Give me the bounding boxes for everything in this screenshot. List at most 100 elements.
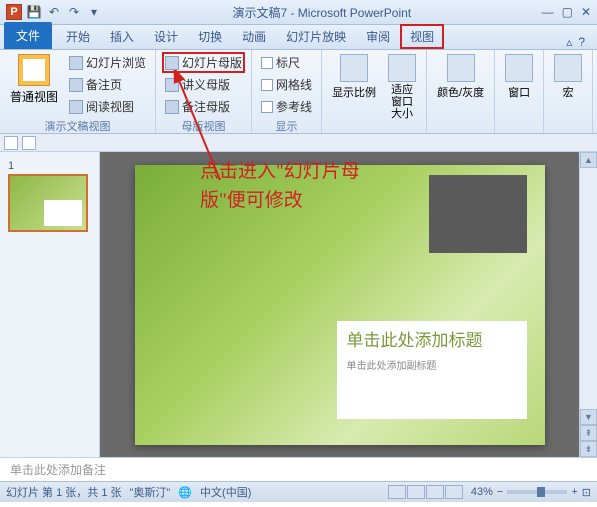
checkbox-icon	[261, 101, 273, 113]
tab-transitions[interactable]: 切换	[188, 24, 232, 49]
group-master-label: 母版视图	[162, 117, 245, 135]
zoom-button[interactable]: 显示比例	[328, 52, 380, 102]
tab-view[interactable]: 视图	[400, 24, 444, 49]
title-placeholder-box[interactable]: 单击此处添加标题 单击此处添加副标题	[337, 321, 527, 419]
normal-view-label: 普通视图	[10, 88, 58, 105]
zoom-icon	[340, 54, 368, 82]
qat-dropdown-icon[interactable]: ▾	[86, 4, 102, 20]
group-macro-label	[550, 131, 586, 133]
sorter-icon	[69, 56, 83, 70]
save-icon[interactable]: 💾	[26, 4, 42, 20]
window-button[interactable]: 窗口	[501, 52, 537, 102]
checkbox-icon	[261, 79, 273, 91]
slide-editor[interactable]: 单击此处添加标题 单击此处添加副标题	[100, 152, 579, 457]
notes-page-icon	[69, 78, 83, 92]
next-slide-icon[interactable]: ⇟	[580, 441, 597, 457]
tab-slideshow[interactable]: 幻灯片放映	[276, 24, 356, 49]
status-lang-icon: 🌐	[178, 486, 192, 499]
tab-animations[interactable]: 动画	[232, 24, 276, 49]
maximize-button[interactable]: ▢	[562, 5, 573, 19]
tab-file[interactable]: 文件	[4, 22, 52, 49]
handout-master-label: 讲义母版	[182, 76, 230, 93]
undo-icon[interactable]: ↶	[46, 4, 62, 20]
macro-button[interactable]: 宏	[550, 52, 586, 102]
tab-insert[interactable]: 插入	[100, 24, 144, 49]
gridlines-checkbox[interactable]: 网格线	[258, 74, 315, 95]
subtitle-placeholder[interactable]: 单击此处添加副标题	[347, 357, 517, 372]
reading-icon	[69, 100, 83, 114]
outline-tab-icon[interactable]	[4, 136, 18, 150]
notes-master-button[interactable]: 备注母版	[162, 96, 245, 117]
zoom-in-button[interactable]: +	[571, 486, 577, 498]
ruler-label: 标尺	[276, 54, 300, 71]
ruler-checkbox[interactable]: 标尺	[258, 52, 315, 73]
handout-master-icon	[165, 78, 179, 92]
slide-canvas[interactable]: 单击此处添加标题 单击此处添加副标题	[135, 165, 545, 445]
zoom-label: 显示比例	[332, 84, 376, 100]
vertical-scrollbar[interactable]: ▲ ▼ ⇞ ⇟	[579, 152, 597, 457]
fit-label: 适应窗口大小	[388, 84, 416, 120]
group-views-label: 演示文稿视图	[6, 117, 149, 135]
scroll-down-icon[interactable]: ▼	[580, 409, 597, 425]
sorter-view-status-button[interactable]	[407, 485, 425, 499]
slide-master-label: 幻灯片母版	[182, 54, 242, 71]
slide-decoration	[429, 175, 527, 253]
color-icon	[447, 54, 475, 82]
macro-icon	[554, 54, 582, 82]
title-placeholder[interactable]: 单击此处添加标题	[347, 331, 517, 351]
color-grayscale-button[interactable]: 颜色/灰度	[433, 52, 488, 102]
slide-master-icon	[165, 56, 179, 70]
ribbon-minimize-icon[interactable]: ▵	[566, 35, 572, 49]
normal-view-icon	[18, 54, 50, 86]
window-icon	[505, 54, 533, 82]
slide-master-button[interactable]: 幻灯片母版	[162, 52, 245, 73]
reading-view-button[interactable]: 阅读视图	[66, 96, 149, 117]
help-icon[interactable]: ?	[578, 35, 585, 49]
slides-tab-icon[interactable]	[22, 136, 36, 150]
status-language[interactable]: 中文(中国)	[200, 484, 251, 500]
tab-home[interactable]: 开始	[56, 24, 100, 49]
notes-master-icon	[165, 100, 179, 114]
minimize-button[interactable]: —	[542, 5, 554, 19]
gridlines-label: 网格线	[276, 76, 312, 93]
tab-design[interactable]: 设计	[144, 24, 188, 49]
slide-sorter-button[interactable]: 幻灯片浏览	[66, 52, 149, 73]
slide-thumbnail[interactable]	[8, 174, 88, 232]
fit-window-button[interactable]: 适应窗口大小	[384, 52, 420, 122]
slideshow-status-button[interactable]	[445, 485, 463, 499]
notes-page-label: 备注页	[86, 76, 122, 93]
zoom-percent[interactable]: 43%	[471, 486, 493, 498]
reading-label: 阅读视图	[86, 98, 134, 115]
prev-slide-icon[interactable]: ⇞	[580, 425, 597, 441]
fit-to-window-status-button[interactable]: ⊡	[582, 486, 591, 499]
normal-view-button[interactable]: 普通视图	[6, 52, 62, 107]
status-theme: "奥斯汀"	[130, 484, 171, 500]
tab-review[interactable]: 审阅	[356, 24, 400, 49]
close-button[interactable]: ✕	[581, 5, 591, 19]
guides-checkbox[interactable]: 参考线	[258, 96, 315, 117]
window-label: 窗口	[508, 84, 530, 100]
sorter-label: 幻灯片浏览	[86, 54, 146, 71]
reading-view-status-button[interactable]	[426, 485, 444, 499]
app-icon: P	[6, 4, 22, 20]
notes-master-label: 备注母版	[182, 98, 230, 115]
thumbnail-panel: 1	[0, 152, 100, 457]
redo-icon[interactable]: ↷	[66, 4, 82, 20]
group-window-label	[501, 131, 537, 133]
zoom-out-button[interactable]: −	[497, 486, 503, 498]
scroll-track[interactable]	[580, 168, 597, 409]
notes-page-button[interactable]: 备注页	[66, 74, 149, 95]
normal-view-status-button[interactable]	[388, 485, 406, 499]
zoom-slider[interactable]	[507, 490, 567, 494]
group-color-label	[433, 131, 488, 133]
checkbox-icon	[261, 57, 273, 69]
color-label: 颜色/灰度	[437, 84, 484, 100]
scroll-up-icon[interactable]: ▲	[580, 152, 597, 168]
group-show-label: 显示	[258, 117, 315, 135]
guides-label: 参考线	[276, 98, 312, 115]
status-slide-info: 幻灯片 第 1 张，共 1 张	[6, 484, 122, 500]
notes-pane[interactable]: 单击此处添加备注	[0, 457, 597, 481]
group-zoom-label	[328, 131, 420, 133]
handout-master-button[interactable]: 讲义母版	[162, 74, 245, 95]
fit-icon	[388, 54, 416, 82]
